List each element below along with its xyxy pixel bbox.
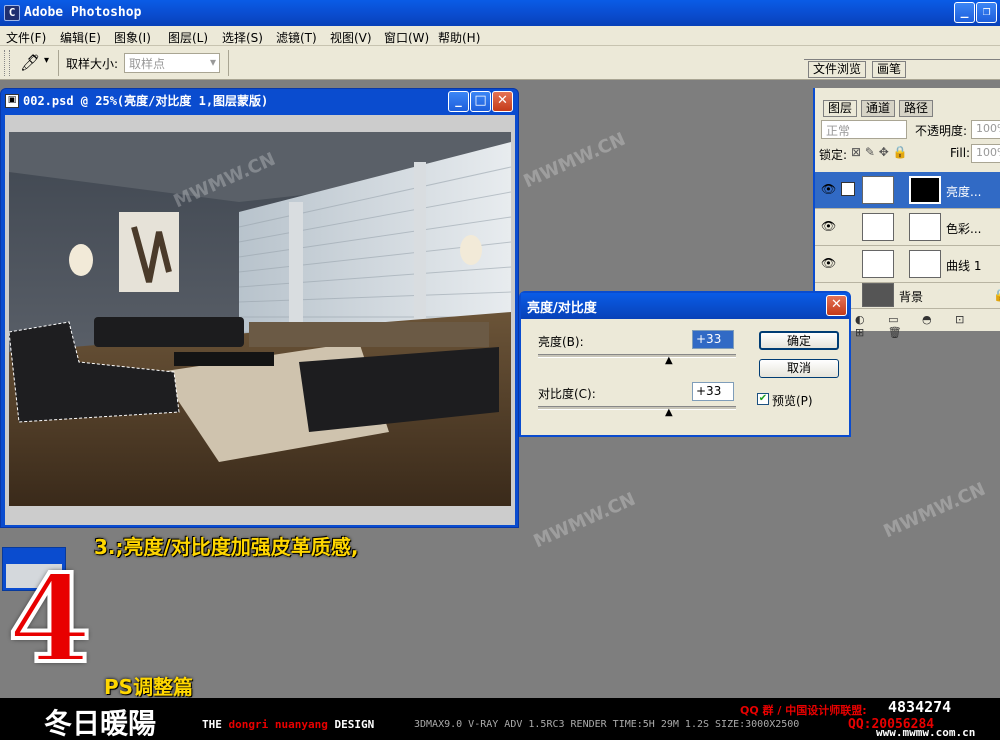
lock-icons[interactable]: ⊠ ✎ ✥ 🔒 [851, 145, 908, 159]
tab-file-browser[interactable]: 文件浏览 [808, 61, 867, 78]
step-number: 4 [6, 549, 93, 690]
ok-button[interactable]: 确定 [759, 331, 839, 350]
eyedropper-tool-icon[interactable]: 🖊 [20, 53, 40, 72]
adjustment-icon [862, 213, 894, 241]
dialog-close-button[interactable]: ✕ [826, 295, 847, 316]
footer-brand: 冬日暖陽 [44, 707, 157, 740]
minimize-button[interactable]: _ [954, 2, 975, 23]
watermark: MWMW.CN [520, 128, 629, 193]
menu-view[interactable]: 视图(V) [330, 29, 372, 46]
layer-mask-thumb[interactable] [909, 213, 941, 241]
menu-window[interactable]: 窗口(W) [384, 29, 429, 46]
footer-specs: 3DMAX9.0 V-RAY ADV 1.5RC3 RENDER TIME:5H… [414, 719, 800, 730]
preview-checkbox[interactable]: ✔ [757, 393, 769, 405]
brightness-slider-thumb[interactable]: ▲ [665, 355, 673, 366]
document-title: 002.psd @ 25%(亮度/对比度 1,图层蒙版) [23, 94, 269, 108]
eye-icon[interactable]: 👁 [821, 256, 836, 270]
footer-qq-number: 4834274 [888, 698, 952, 716]
curves-icon [862, 250, 894, 278]
step-caption: 3.;亮度/对比度加强皮革质感, [94, 535, 359, 559]
menu-help[interactable]: 帮助(H) [438, 29, 480, 46]
restore-button[interactable]: ❐ [976, 2, 997, 23]
footer-design-word: DESIGN [334, 718, 375, 731]
doc-maximize-button[interactable]: □ [470, 91, 491, 112]
lock-icon: 🔒 [993, 288, 1000, 302]
menu-bar: 文件(F) 编辑(E) 图象(I) 图层(L) 选择(S) 滤镜(T) 视图(V… [0, 26, 1000, 46]
layer-row[interactable]: 👁 曲线 1 [815, 246, 1000, 283]
brightness-slider[interactable] [538, 354, 736, 358]
contrast-label: 对比度(C): [538, 387, 596, 401]
options-bar: 🖊 ▾ 取样大小: 取样点 ▾ 文件浏览 画笔 [0, 46, 1000, 80]
brush-link-icon[interactable] [841, 182, 855, 196]
eye-icon[interactable]: 👁 [821, 219, 836, 233]
menu-image[interactable]: 图象(I) [114, 29, 151, 46]
layer-row[interactable]: 👁 亮度... [815, 172, 1000, 209]
watermark: MWMW.CN [530, 488, 639, 553]
canvas-image[interactable] [9, 132, 511, 506]
tab-channels[interactable]: 通道 [861, 100, 896, 117]
footer-banner: 冬日暖陽 THE dongri nuanyang DESIGN 3DMAX9.0… [0, 698, 1000, 740]
menu-file[interactable]: 文件(F) [6, 29, 46, 46]
layer-name: 亮度... [946, 185, 982, 199]
menu-edit[interactable]: 编辑(E) [60, 29, 101, 46]
app-title: Adobe Photoshop [24, 5, 142, 20]
footer-the: THE [202, 718, 222, 731]
layer-mask-thumb[interactable] [909, 176, 941, 204]
layer-name: 曲线 1 [946, 259, 982, 273]
app-titlebar: C Adobe Photoshop _ ❐ [0, 0, 1000, 26]
section-title: PS调整篇 [104, 675, 194, 699]
photoshop-icon: C [4, 5, 20, 21]
watermark: MWMW.CN [880, 478, 989, 543]
blend-mode-select[interactable]: 正常 [821, 120, 907, 139]
contrast-slider-thumb[interactable]: ▲ [665, 407, 673, 418]
layer-actions-bar[interactable]: ◐ ▭ ◓ ⊡ ⊞ 🗑 [855, 313, 1000, 339]
palette-well: 文件浏览 画笔 [804, 59, 1000, 79]
brightness-input[interactable]: +33 [692, 330, 734, 349]
tab-layers[interactable]: 图层 [823, 100, 858, 117]
blend-mode-value: 正常 [826, 124, 851, 138]
brightness-label: 亮度(B): [538, 335, 584, 349]
opacity-label: 不透明度: [915, 124, 968, 138]
menu-layer[interactable]: 图层(L) [168, 29, 208, 46]
adjustment-icon [862, 176, 894, 204]
fill-label: Fill: [950, 146, 971, 160]
tab-paths[interactable]: 路径 [899, 100, 934, 117]
background-thumb [862, 283, 894, 307]
menu-select[interactable]: 选择(S) [222, 29, 263, 46]
layer-name: 背景 [899, 290, 924, 304]
document-icon: ▣ [5, 94, 19, 108]
cancel-button[interactable]: 取消 [759, 359, 839, 378]
contrast-input[interactable]: +33 [692, 382, 734, 401]
footer-qq-label: QQ 群 / 中国设计师联盟: [740, 704, 867, 717]
dialog-title: 亮度/对比度 [521, 293, 849, 319]
fill-input[interactable]: 100% [971, 144, 1000, 163]
footer-design-name: dongri nuanyang [228, 718, 328, 731]
layer-mask-thumb[interactable] [909, 250, 941, 278]
chevron-down-icon: ▾ [209, 55, 216, 69]
sample-size-select[interactable]: 取样点 ▾ [124, 53, 220, 73]
doc-minimize-button[interactable]: _ [448, 91, 469, 112]
opacity-input[interactable]: 100% [971, 120, 1000, 139]
tab-brushes[interactable]: 画笔 [872, 61, 907, 78]
layer-name: 色彩... [946, 222, 982, 236]
layer-row[interactable]: 👁 色彩... [815, 209, 1000, 246]
menu-filter[interactable]: 滤镜(T) [276, 29, 317, 46]
gripper[interactable] [4, 50, 10, 76]
footer-site: www.mwmw.com.cn [876, 726, 976, 739]
sample-size-label: 取样大小: [66, 57, 119, 71]
preview-label: 预览(P) [772, 394, 813, 408]
doc-close-button[interactable]: ✕ [492, 91, 513, 112]
contrast-slider[interactable] [538, 406, 736, 410]
tool-preset-arrow-icon[interactable]: ▾ [44, 55, 49, 66]
lock-label: 锁定: [819, 148, 848, 162]
sample-size-value: 取样点 [129, 57, 166, 71]
brightness-contrast-dialog: 亮度/对比度 ✕ 亮度(B): +33 ▲ 对比度(C): +33 ▲ 确定 取… [519, 291, 851, 437]
eye-icon[interactable]: 👁 [821, 182, 836, 196]
